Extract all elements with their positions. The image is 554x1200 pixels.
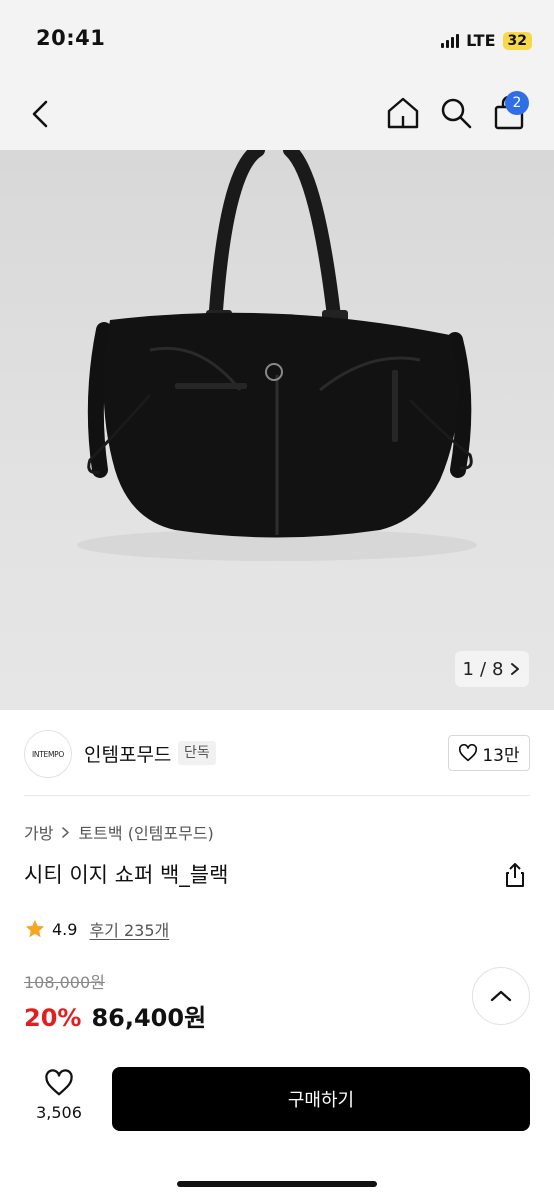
image-counter[interactable]: 1 / 8 — [455, 651, 529, 687]
section-divider — [24, 795, 530, 796]
brand-like-button[interactable]: 13만 — [448, 735, 530, 771]
image-total: 8 — [492, 658, 504, 680]
chevron-right-icon — [62, 826, 70, 838]
image-separator: / — [479, 658, 487, 680]
bag-handle-right — [283, 150, 342, 332]
status-indicators: LTE 32 — [441, 31, 532, 50]
discount-rate: 20% — [24, 1004, 82, 1032]
buy-button[interactable]: 구매하기 — [112, 1067, 530, 1131]
wishlist-count: 3,506 — [36, 1103, 82, 1122]
image-index: 1 — [462, 658, 474, 680]
product-detail-screen: 20:41 LTE 32 2 1 / 8 INTEMPO 인템포무드 단독 13… — [0, 0, 554, 1200]
tote-bag-image — [77, 150, 477, 561]
wishlist-button[interactable]: 3,506 — [24, 1069, 94, 1135]
front-pocket-zip — [175, 383, 247, 389]
heart-icon — [459, 744, 478, 762]
heart-icon — [45, 1069, 73, 1096]
rating-value: 4.9 — [52, 919, 78, 939]
price-row: 20% 86,400원 — [24, 998, 206, 1033]
top-nav-bar — [0, 80, 554, 150]
search-icon[interactable] — [437, 94, 475, 132]
brand-like-count: 13만 — [482, 745, 520, 766]
scroll-to-top-button[interactable] — [472, 967, 530, 1025]
home-icon[interactable] — [384, 94, 422, 132]
bag-body — [103, 312, 459, 538]
breadcrumb-subcategory[interactable]: 토트백 (인템포무드) — [78, 820, 213, 844]
brand-row: INTEMPO 인템포무드 단독 13만 — [0, 726, 554, 786]
brand-name[interactable]: 인템포무드 — [84, 740, 171, 767]
rating-row: 4.9 후기 235개 — [24, 917, 169, 941]
breadcrumb: 가방 토트백 (인템포무드) — [24, 820, 214, 844]
status-time: 20:41 — [36, 26, 106, 50]
side-pocket-zip — [392, 370, 398, 442]
cart-count-badge: 2 — [505, 91, 529, 115]
home-indicator — [177, 1181, 377, 1187]
product-image-gallery[interactable]: 1 / 8 — [0, 150, 554, 710]
breadcrumb-category[interactable]: 가방 — [24, 820, 53, 844]
product-title: 시티 이지 쇼퍼 백_블랙 — [24, 863, 229, 887]
bag-handle-left — [208, 150, 265, 332]
bottom-action-bar: 3,506 구매하기 — [0, 1055, 554, 1200]
sale-price: 86,400원 — [91, 1004, 207, 1032]
network-label: LTE — [466, 31, 496, 50]
status-bar: 20:41 LTE 32 — [0, 0, 554, 80]
brand-logo[interactable]: INTEMPO — [24, 730, 72, 778]
signal-icon — [441, 33, 460, 48]
review-link[interactable]: 후기 235개 — [89, 917, 169, 941]
chevron-right-icon — [511, 663, 520, 675]
battery-icon: 32 — [502, 31, 532, 50]
star-icon — [25, 919, 45, 938]
original-price: 108,000원 — [24, 973, 105, 992]
chevron-up-icon — [490, 990, 512, 1002]
share-icon[interactable] — [500, 860, 530, 890]
back-button[interactable] — [26, 96, 58, 132]
exclusive-badge: 단독 — [178, 741, 216, 765]
